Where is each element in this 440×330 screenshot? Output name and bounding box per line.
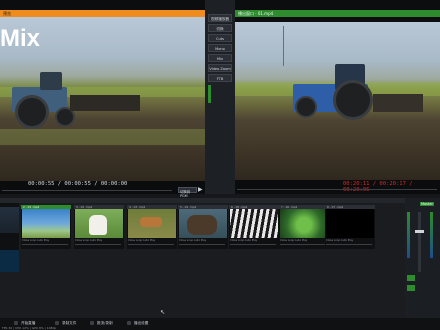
bin-toolbar [0,198,405,203]
thumb-controls[interactable]: Close Loop Auto Play [128,239,176,242]
overlay-text: Mix [0,25,41,52]
thumb-slider[interactable] [326,244,372,245]
source-thumb-8[interactable]: 8 - 07 .mp4 Close Loop Auto Play [325,205,375,249]
menu-cuts[interactable]: Cuts [208,34,232,42]
menu-mono[interactable]: Mono [208,44,232,52]
thumb-image [280,209,328,238]
menu-mix[interactable]: Mix [208,54,232,62]
source-thumb-3[interactable]: 3 - 02 .mp4 Close Loop Auto Play [74,205,124,249]
menu-ftb[interactable]: FTB [208,74,232,82]
preview-seekbar[interactable] [2,190,172,191]
mixer-toggle[interactable] [407,285,415,291]
thumb-image [22,209,70,238]
thumb-slider[interactable] [280,244,326,245]
preview-video[interactable]: Mix [0,17,205,181]
thumb-image [326,209,374,238]
thumb-image [179,209,227,238]
thumb-image [230,209,278,238]
record-file-button[interactable]: 录制文件 [55,320,76,326]
thumb-image [128,209,176,238]
vu-meter-right [430,212,433,258]
thumb-controls[interactable]: Close Loop Auto Play [75,239,123,242]
menu-switch[interactable]: 切换 [208,24,232,32]
volume-fader[interactable] [418,212,421,272]
thumb-slider[interactable] [128,244,174,245]
thumb-slider[interactable] [75,244,121,245]
source-thumb-6[interactable]: 6 - 05 .mp4 Close Loop Auto Play [229,205,279,249]
menu-video-player[interactable]: 视频播放器 [208,14,232,22]
mouse-cursor: ↖ [160,309,166,316]
thumb-controls[interactable]: Close Loop Auto Play [326,239,374,242]
thumb-slider[interactable] [230,244,276,245]
thumb-slider[interactable] [22,244,68,245]
program-header: 播出窗口 · 01.mp4 [235,10,440,17]
output-settings-button[interactable]: 播出设置 [127,320,148,326]
audio-mixer [405,198,440,318]
program-timecode: 00:20:11 / 00:20:17 / 00:20:06 [343,181,413,193]
thumb-image [0,207,19,233]
thumb-slider[interactable] [179,244,225,245]
transition-slider[interactable] [208,85,211,103]
stream-record-button[interactable]: 推流/录制 [90,320,113,326]
source-thumb-1[interactable] [0,203,19,272]
program-video [235,22,440,180]
thumb-controls[interactable]: Close Loop Auto Play [22,239,70,242]
preview-header: 预览 [0,10,205,17]
source-thumb-2[interactable]: 2 - 01 .mp4 Close Loop Auto Play [21,205,71,249]
thumb-controls[interactable]: Close Loop Auto Play [280,239,328,242]
status-bar: FPS 30 | CPU 12% | GPU 8% | 1080p [2,326,57,330]
mixer-toggle[interactable] [407,275,415,281]
thumb-controls[interactable]: Close Loop Auto Play [230,239,278,242]
transition-button[interactable]: 切换到PGM [178,187,197,198]
thumb-controls[interactable]: Close Loop Auto Play [179,239,227,242]
source-thumb-4[interactable]: 4 - 03 .mp4 Close Loop Auto Play [127,205,177,249]
preview-timecode: 00:00:55 / 00:00:55 / 00:00:00 [28,181,128,187]
source-thumb-7[interactable]: 7 - 06 .mp4 Close Loop Auto Play [279,205,329,249]
thumb-image [75,209,123,238]
fader-knob[interactable] [415,230,424,233]
program-progress [237,189,437,190]
menu-video-zoom[interactable]: Video Zoom [208,64,232,72]
source-thumb-5[interactable]: 5 - 04 .mp4 Close Loop Auto Play [178,205,228,249]
vu-meter-left [407,212,410,258]
thumb-image [0,250,19,272]
play-icon[interactable]: ▶ [198,186,203,193]
mixer-label: Master [420,202,434,206]
